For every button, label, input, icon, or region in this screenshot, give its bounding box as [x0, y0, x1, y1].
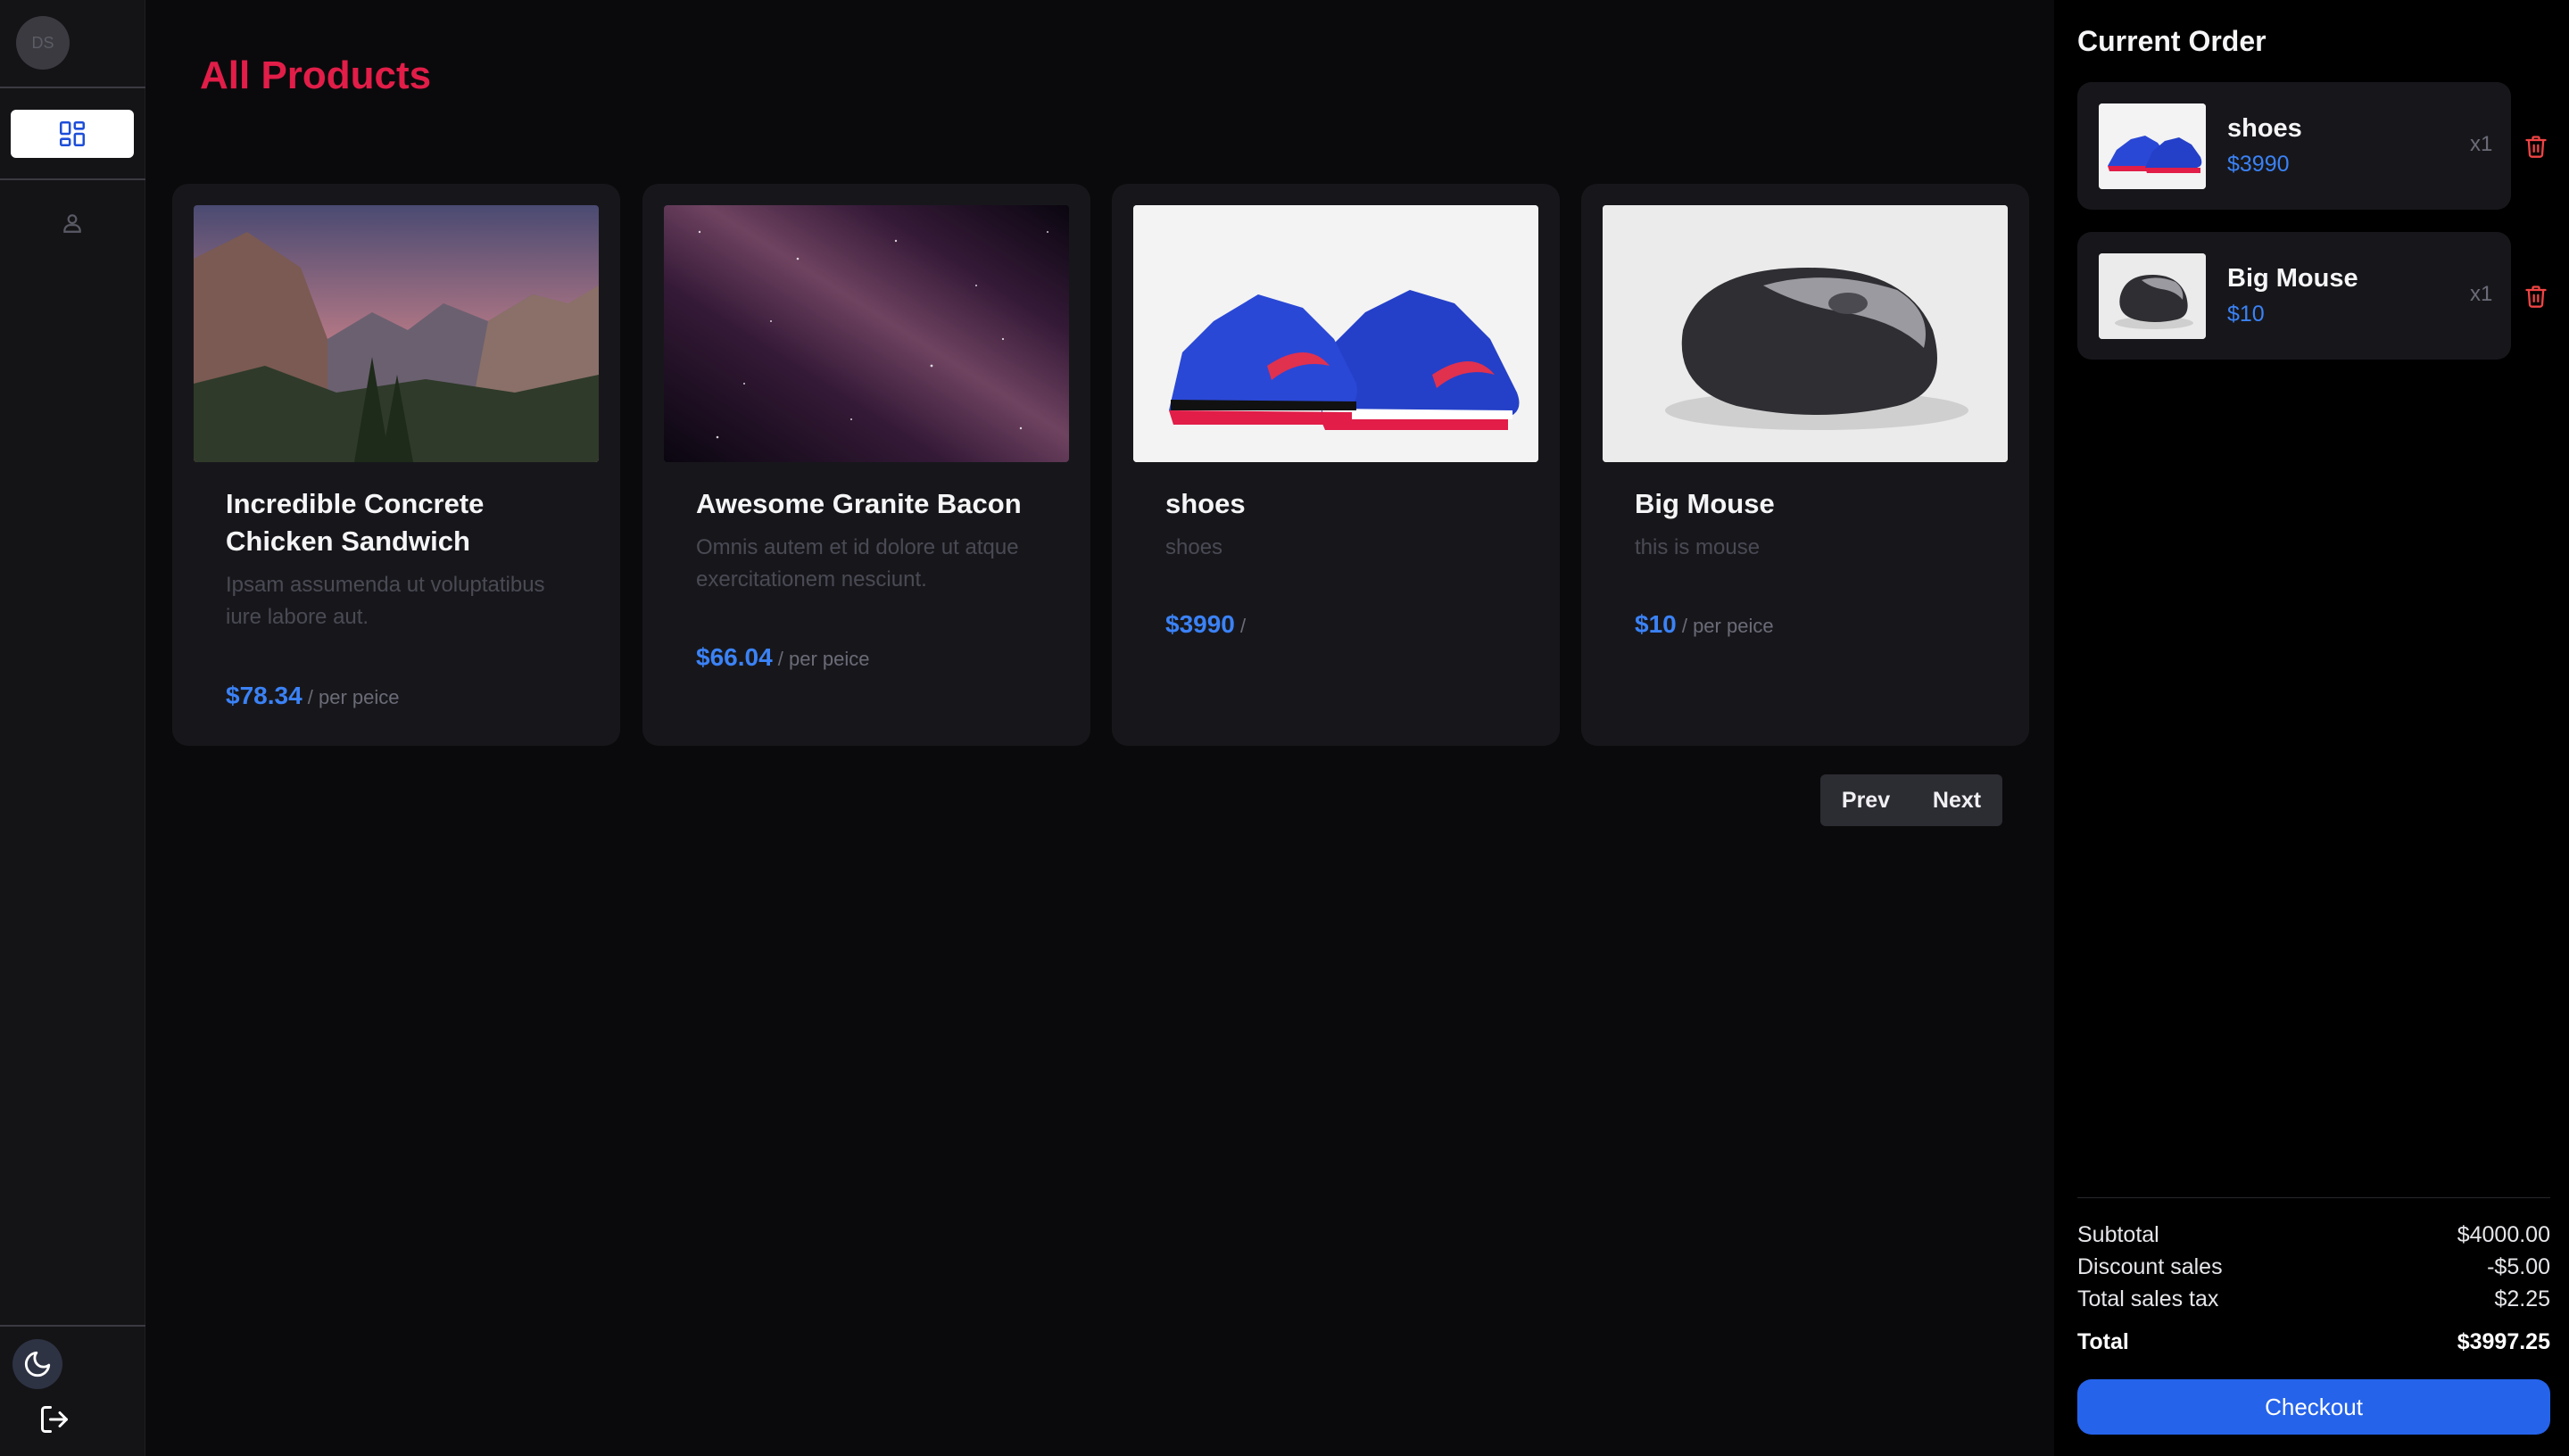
trash-icon: [2525, 285, 2547, 308]
price-unit: / per peice: [307, 686, 400, 708]
sidebar-item-products[interactable]: [11, 110, 134, 158]
prev-page-button[interactable]: Prev: [1820, 774, 1911, 826]
page-title: All Products: [200, 54, 432, 97]
product-image: [194, 205, 599, 462]
order-item-image: [2099, 103, 2206, 189]
sidebar-divider: [0, 178, 145, 180]
order-item-price: $10: [2227, 302, 2265, 327]
moon-icon: [24, 1351, 51, 1377]
sidebar-divider: [0, 87, 145, 88]
logout-button[interactable]: [34, 1399, 75, 1440]
order-item-quantity: x1: [2470, 282, 2493, 306]
product-price-row: $10 / per peice: [1635, 610, 1774, 639]
order-item-name: Big Mouse: [2227, 264, 2358, 293]
discount-label: Discount sales: [2077, 1254, 2223, 1279]
product-price-row: $78.34 / per peice: [226, 682, 400, 710]
order-item-image: [2099, 253, 2206, 339]
total-row: Total $3997.25: [2077, 1329, 2550, 1355]
current-order-panel: Current Order shoes $3990 x1 Big Mouse $…: [2054, 0, 2569, 1456]
product-title: Awesome Granite Bacon: [696, 488, 1022, 519]
pagination: Prev Next: [1820, 774, 2002, 826]
subtotal-value: $4000.00: [2457, 1222, 2550, 1247]
checkout-button[interactable]: Checkout: [2077, 1379, 2550, 1435]
pos-app: DS All Products Incredible Concrete Chic…: [0, 0, 2569, 1456]
product-price: $66.04: [696, 643, 773, 671]
product-price-row: $3990 /: [1165, 610, 1246, 639]
product-card[interactable]: Big Mouse this is mouse $10 / per peice: [1581, 184, 2029, 746]
logout-icon: [41, 1406, 68, 1433]
product-image: [1133, 205, 1538, 462]
product-price: $10: [1635, 610, 1677, 638]
product-title: Incredible Concrete Chicken Sandwich: [226, 488, 485, 557]
tax-label: Total sales tax: [2077, 1286, 2219, 1311]
tax-value: $2.25: [2494, 1286, 2550, 1311]
discount-value: -$5.00: [2487, 1254, 2550, 1279]
order-item-quantity: x1: [2470, 132, 2493, 156]
order-title: Current Order: [2077, 25, 2267, 57]
total-label: Total: [2077, 1329, 2129, 1354]
subtotal-row: Subtotal $4000.00: [2077, 1222, 2550, 1248]
price-unit: / per peice: [777, 648, 870, 670]
product-description: shoes: [1165, 535, 1223, 559]
sidebar-item-profile[interactable]: [50, 205, 95, 241]
subtotal-label: Subtotal: [2077, 1222, 2159, 1247]
order-item: Big Mouse $10 x1: [2077, 232, 2511, 360]
delete-item-button[interactable]: [2518, 128, 2554, 164]
theme-toggle-button[interactable]: [12, 1339, 62, 1389]
user-icon: [63, 214, 81, 233]
product-price-row: $66.04 / per peice: [696, 643, 870, 672]
product-title: shoes: [1165, 488, 1246, 519]
summary-divider: [2077, 1197, 2550, 1198]
sidebar: DS: [0, 0, 145, 1456]
sidebar-divider: [0, 1325, 145, 1327]
price-unit: / per peice: [1681, 615, 1774, 637]
delete-item-button[interactable]: [2518, 278, 2554, 314]
dashboard-grid-icon: [59, 120, 86, 147]
trash-icon: [2525, 136, 2547, 158]
product-description: Omnis autem et id dolore ut atque exerci…: [696, 535, 1019, 592]
product-price: $3990: [1165, 610, 1235, 638]
avatar[interactable]: DS: [16, 16, 70, 70]
product-price: $78.34: [226, 682, 302, 709]
product-card[interactable]: Awesome Granite Bacon Omnis autem et id …: [642, 184, 1090, 746]
product-card[interactable]: shoes shoes $3990 /: [1112, 184, 1560, 746]
product-description: Ipsam assumenda ut voluptatibus iure lab…: [226, 573, 545, 629]
order-item-name: shoes: [2227, 114, 2302, 143]
total-value: $3997.25: [2457, 1329, 2550, 1354]
next-page-button[interactable]: Next: [1911, 774, 2002, 826]
order-item-price: $3990: [2227, 152, 2290, 177]
product-image: [1603, 205, 2008, 462]
order-item: shoes $3990 x1: [2077, 82, 2511, 210]
product-title: Big Mouse: [1635, 488, 1775, 519]
product-description: this is mouse: [1635, 535, 1761, 559]
price-unit: /: [1240, 615, 1247, 637]
discount-row: Discount sales -$5.00: [2077, 1254, 2550, 1280]
tax-row: Total sales tax $2.25: [2077, 1286, 2550, 1312]
product-image: [664, 205, 1069, 462]
product-card[interactable]: Incredible Concrete Chicken Sandwich Ips…: [172, 184, 620, 746]
